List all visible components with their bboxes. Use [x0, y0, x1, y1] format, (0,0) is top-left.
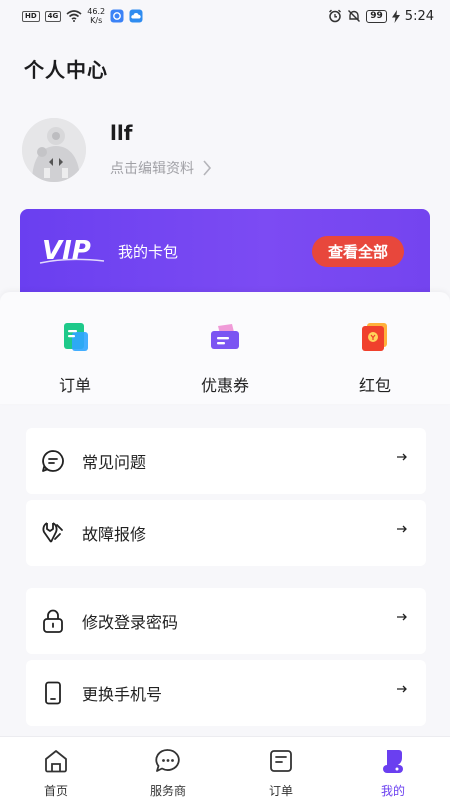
menu-group-account: 修改登录密码 更换手机号 — [26, 588, 426, 726]
menu-item-label: 常见问题 — [82, 453, 147, 472]
quick-action-red-envelope[interactable]: 红包 — [325, 320, 425, 396]
arrow-right-icon — [397, 453, 407, 461]
lock-icon — [40, 608, 66, 634]
hd-indicator: HD — [22, 10, 40, 22]
vip-logo-icon: VIP — [39, 236, 105, 266]
network-speed: 46.2 K/s — [87, 7, 105, 25]
tab-label: 首页 — [43, 784, 68, 798]
mute-icon — [348, 10, 361, 22]
faq-chat-icon — [40, 448, 66, 474]
profile-icon — [383, 750, 403, 773]
menu-item-label: 更换手机号 — [82, 685, 163, 704]
tab-orders[interactable]: 订单 — [241, 747, 321, 799]
edit-profile-label: 点击编辑资料 — [110, 161, 194, 177]
tab-providers[interactable]: 服务商 — [128, 747, 208, 799]
quick-action-coupons[interactable]: 优惠券 — [175, 320, 275, 396]
menu-item-change-phone[interactable]: 更换手机号 — [26, 660, 426, 726]
quick-action-orders[interactable]: 订单 — [25, 320, 125, 396]
clock: 5:24 — [404, 8, 434, 24]
wifi-icon — [66, 10, 82, 22]
menu-item-repair[interactable]: 故障报修 — [26, 500, 426, 566]
coupon-icon — [211, 324, 239, 349]
status-bar: HD 4G 46.2 K/s 99 5:24 — [0, 0, 450, 32]
profile-section[interactable]: llf 点击编辑资料 — [22, 118, 422, 184]
bottom-tab-bar: 首页 服务商 订单 我的 — [0, 736, 450, 800]
avatar[interactable] — [22, 118, 86, 182]
tab-label: 服务商 — [149, 784, 186, 798]
arrow-right-icon — [397, 685, 407, 693]
quick-action-label: 红包 — [358, 376, 391, 395]
message-icon — [155, 749, 180, 772]
menu-item-label: 故障报修 — [82, 525, 147, 544]
username: llf — [110, 121, 133, 145]
speed-value: 46.2 — [87, 7, 106, 16]
avatar-mascot-icon — [22, 118, 86, 182]
order-document-icon — [64, 323, 88, 351]
phone-icon — [40, 680, 66, 706]
menu-item-change-password[interactable]: 修改登录密码 — [26, 588, 426, 654]
tab-mine[interactable]: 我的 — [353, 747, 433, 799]
network-indicator: 4G — [44, 10, 62, 22]
quick-action-label: 优惠券 — [200, 376, 249, 395]
alarm-icon — [329, 9, 342, 23]
page-title: 个人中心 — [24, 58, 108, 82]
red-envelope-icon — [362, 323, 387, 351]
wrench-icon — [40, 520, 66, 546]
tab-home[interactable]: 首页 — [16, 747, 96, 799]
speed-unit: K/s — [90, 16, 103, 25]
arrow-right-icon — [397, 525, 407, 533]
menu-item-label: 修改登录密码 — [82, 613, 179, 632]
menu-group-help: 常见问题 故障报修 — [26, 428, 426, 566]
chevron-right-icon — [203, 160, 212, 176]
vip-card[interactable]: VIP 我的卡包 查看全部 — [20, 209, 430, 293]
tab-label: 我的 — [380, 784, 405, 798]
quick-actions: 订单 优惠券 红包 — [0, 292, 450, 404]
tab-label: 订单 — [268, 784, 293, 798]
edit-profile-link[interactable]: 点击编辑资料 — [110, 158, 212, 178]
order-icon — [270, 750, 292, 772]
vip-logo: VIP — [38, 233, 106, 271]
app-notification-icon — [110, 9, 124, 23]
home-icon — [45, 750, 67, 773]
view-all-button[interactable]: 查看全部 — [312, 236, 404, 267]
charging-icon — [391, 9, 400, 23]
menu-item-faq[interactable]: 常见问题 — [26, 428, 426, 494]
battery-indicator: 99 — [366, 9, 387, 23]
my-wallet-label: 我的卡包 — [118, 243, 179, 261]
cloud-icon — [129, 9, 143, 23]
quick-action-label: 订单 — [58, 376, 91, 395]
arrow-right-icon — [397, 613, 407, 621]
